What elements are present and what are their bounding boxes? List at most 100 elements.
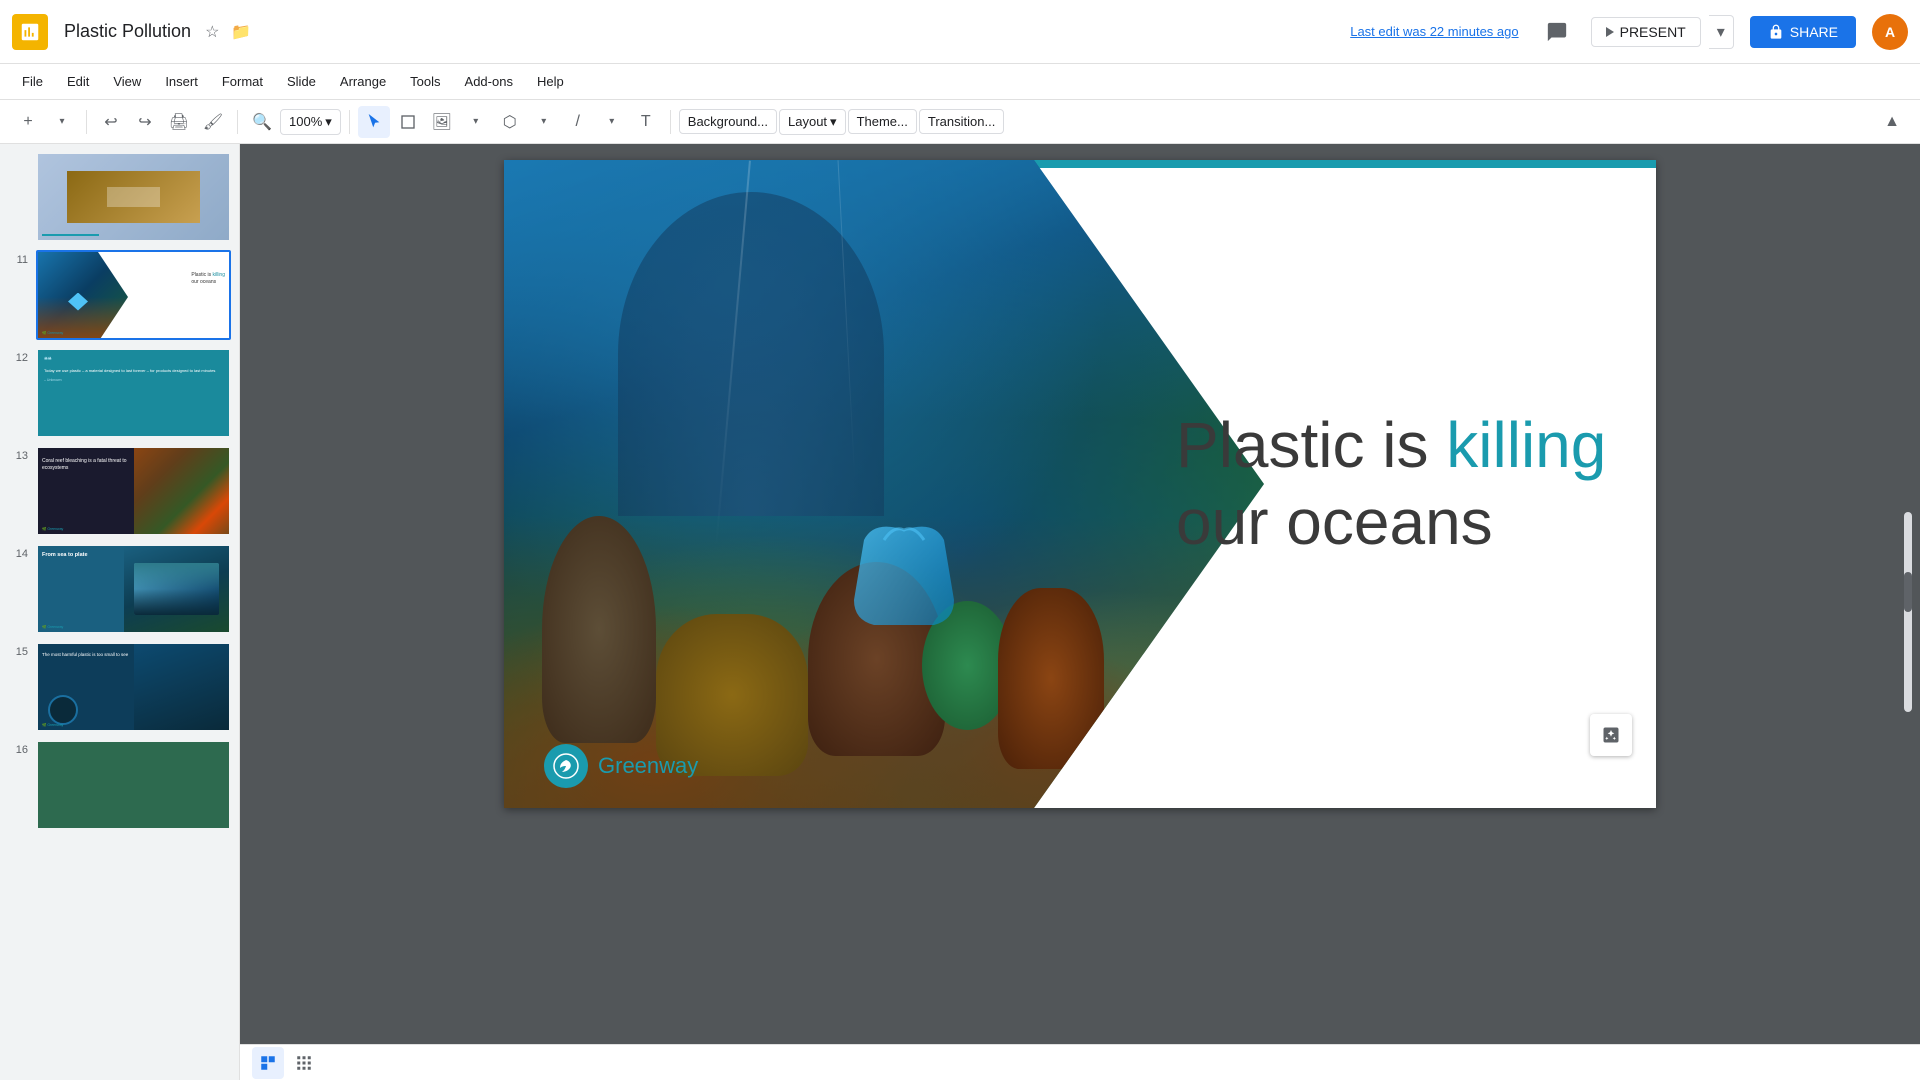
slide-item-10[interactable] [8, 152, 231, 242]
slide-ocean-background [504, 160, 1264, 808]
separator-3 [349, 110, 350, 134]
transition-dropdown[interactable]: Transition... [919, 109, 1004, 134]
scroll-bar[interactable] [1904, 512, 1912, 712]
slide-number-16: 16 [8, 740, 28, 756]
plastic-bag [844, 520, 964, 630]
cursor-tool[interactable] [358, 106, 390, 138]
profile-avatar[interactable]: A [1872, 14, 1908, 50]
separator-4 [670, 110, 671, 134]
slide-text-part2: our oceans [1176, 486, 1493, 558]
slide-thumb-14[interactable]: From sea to plate 🌿 Greenway [36, 544, 231, 634]
undo-button[interactable]: ↩ [95, 106, 127, 138]
textbox-tool[interactable]: T [630, 106, 662, 138]
select-tool[interactable] [392, 106, 424, 138]
slide-footer: Greenway [544, 744, 698, 788]
slide-number-14: 14 [8, 544, 28, 560]
transition-label: Transition... [928, 114, 995, 129]
last-edit-link[interactable]: Last edit was 22 minutes ago [1350, 24, 1518, 39]
menu-help[interactable]: Help [527, 70, 574, 93]
slide-item-14[interactable]: 14 From sea to plate 🌿 Greenway [8, 544, 231, 634]
layout-label: Layout [788, 114, 827, 129]
slide-item-12[interactable]: 12 ❝❝ Today we use plastic – a material … [8, 348, 231, 438]
slide12-author: – Unknown [44, 378, 223, 382]
toolbar: + ▾ ↩ ↪ 🖨 🖌 🔍 100% ▾ 🖼 ▾ ⬡ ▾ / ▾ T Backg… [0, 100, 1920, 144]
slide-number-11: 11 [8, 250, 28, 266]
menu-edit[interactable]: Edit [57, 70, 99, 93]
menu-bar: File Edit View Insert Format Slide Arran… [0, 64, 1920, 100]
theme-dropdown[interactable]: Theme... [848, 109, 917, 134]
zoom-value: 100% [289, 114, 322, 129]
slide-item-15[interactable]: 15 The most harmful plastic is too small… [8, 642, 231, 732]
line-dropdown[interactable]: ▾ [596, 106, 628, 138]
separator-2 [237, 110, 238, 134]
greenway-logo [544, 744, 588, 788]
slide-text-part1: Plastic is [1176, 409, 1446, 481]
scroll-thumb [1904, 572, 1912, 612]
slide-main-text: Plastic is killing our oceans [1176, 407, 1616, 561]
slide-thumb-11[interactable]: Plastic is killingour oceans 🌿 Greenway [36, 250, 231, 340]
present-label: PRESENT [1620, 24, 1686, 40]
menu-tools[interactable]: Tools [400, 70, 450, 93]
comment-button[interactable] [1539, 14, 1575, 50]
app-logo [12, 14, 48, 50]
add-button[interactable]: + [12, 106, 44, 138]
collapse-toolbar-button[interactable]: ▲ [1876, 106, 1908, 138]
line-tool[interactable]: / [562, 106, 594, 138]
slide-thumb-10[interactable] [36, 152, 231, 242]
main-area: 11 Plastic is killingour oceans 🌿 Greenw… [0, 144, 1920, 1080]
play-icon [1606, 27, 1614, 37]
slide-number-13: 13 [8, 446, 28, 462]
slide-item-16[interactable]: 16 [8, 740, 231, 830]
image-dropdown[interactable]: ▾ [460, 106, 492, 138]
slide-thumb-13[interactable]: Coral reef bleaching is a fatal threat t… [36, 446, 231, 536]
slide-thumb-16[interactable] [36, 740, 231, 830]
layout-dropdown[interactable]: Layout ▾ [779, 109, 846, 135]
slide-number-12: 12 [8, 348, 28, 364]
slide-thumb-15[interactable]: The most harmful plastic is too small to… [36, 642, 231, 732]
zoom-dropdown[interactable]: 100% ▾ [280, 109, 341, 135]
image-tool[interactable]: 🖼 [426, 106, 458, 138]
star-icon[interactable]: ☆ [205, 22, 219, 42]
folder-icon[interactable]: 📁 [231, 22, 251, 42]
slide-item-13[interactable]: 13 Coral reef bleaching is a fatal threa… [8, 446, 231, 536]
slide-text-area: Plastic is killing our oceans [1176, 407, 1616, 561]
redo-button[interactable]: ↪ [129, 106, 161, 138]
paint-format-button[interactable]: 🖌 [197, 106, 229, 138]
menu-format[interactable]: Format [212, 70, 273, 93]
slide-item-11[interactable]: 11 Plastic is killingour oceans 🌿 Greenw… [8, 250, 231, 340]
zoom-button[interactable]: 🔍 [246, 106, 278, 138]
share-button[interactable]: SHARE [1750, 16, 1856, 48]
greenway-text: Greenway [598, 753, 698, 779]
bottom-bar [240, 1044, 1920, 1080]
shape-dropdown[interactable]: ▾ [528, 106, 560, 138]
background-dropdown[interactable]: Background... [679, 109, 777, 134]
menu-slide[interactable]: Slide [277, 70, 326, 93]
slide13-text: Coral reef bleaching is a fatal threat t… [42, 458, 134, 472]
slide-thumb-12[interactable]: ❝❝ Today we use plastic – a material des… [36, 348, 231, 438]
share-label: SHARE [1790, 24, 1838, 40]
separator-1 [86, 110, 87, 134]
magic-button[interactable] [1590, 714, 1632, 756]
canvas-area[interactable]: Plastic is killing our oceans Greenway [240, 144, 1920, 1080]
present-button[interactable]: PRESENT [1591, 17, 1701, 47]
slide-number-15: 15 [8, 642, 28, 658]
slide-diamond [504, 160, 1264, 808]
slide14-title: From sea to plate [42, 552, 88, 559]
present-dropdown[interactable]: ▾ [1709, 15, 1734, 49]
menu-file[interactable]: File [12, 70, 53, 93]
menu-insert[interactable]: Insert [155, 70, 208, 93]
list-view-button[interactable] [252, 1047, 284, 1079]
slide-canvas[interactable]: Plastic is killing our oceans Greenway [504, 160, 1656, 808]
slide12-text: Today we use plastic – a material design… [44, 368, 223, 374]
menu-view[interactable]: View [103, 70, 151, 93]
slide-text-highlight: killing [1446, 409, 1606, 481]
slide-diamond-clip [504, 160, 1264, 808]
menu-arrange[interactable]: Arrange [330, 70, 396, 93]
theme-label: Theme... [857, 114, 908, 129]
print-button[interactable]: 🖨 [163, 106, 195, 138]
add-dropdown[interactable]: ▾ [46, 106, 78, 138]
menu-addons[interactable]: Add-ons [455, 70, 523, 93]
grid-view-button[interactable] [288, 1047, 320, 1079]
shape-tool[interactable]: ⬡ [494, 106, 526, 138]
background-label: Background... [688, 114, 768, 129]
